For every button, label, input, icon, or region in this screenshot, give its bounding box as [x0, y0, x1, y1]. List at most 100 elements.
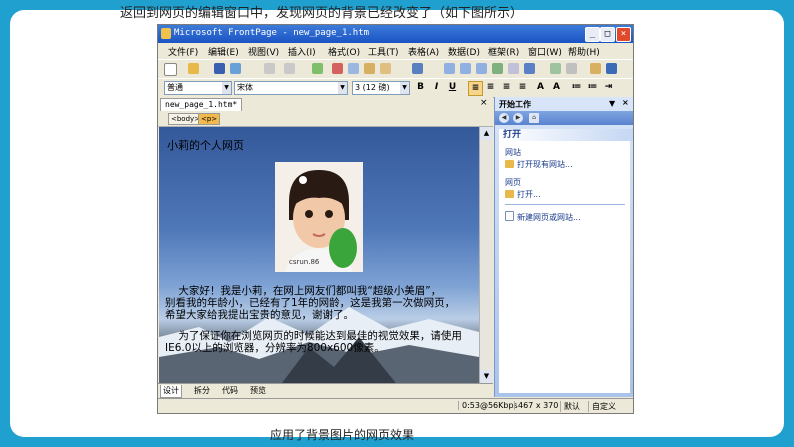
- underline-button[interactable]: U: [446, 81, 459, 94]
- menu-frames[interactable]: 框架(R): [488, 45, 519, 58]
- bold-button[interactable]: B: [414, 81, 427, 94]
- folder-icon: [505, 160, 514, 168]
- menu-window[interactable]: 窗口(W): [528, 45, 562, 58]
- folder-icon: [505, 190, 514, 198]
- insert-picture-icon[interactable]: [492, 63, 503, 74]
- document-icon: [505, 211, 514, 221]
- intro-paragraph: 大家好！我是小莉，在网上网友们都叫我“超级小美眉”， 别看我的年龄小，已经有了1…: [165, 285, 456, 321]
- scroll-up-icon[interactable]: ▲: [480, 127, 493, 140]
- font-select[interactable]: 宋体 ▼: [234, 81, 348, 95]
- quick-tag-selector: <body> <p>: [158, 111, 493, 127]
- align-right-button[interactable]: ≡: [500, 81, 513, 94]
- help-icon[interactable]: [606, 63, 617, 74]
- menu-help[interactable]: 帮助(H): [568, 45, 600, 58]
- numbering-button[interactable]: ≔: [570, 81, 583, 94]
- undo-icon[interactable]: [412, 63, 423, 74]
- insert-layer-icon[interactable]: [476, 63, 487, 74]
- menu-insert[interactable]: 插入(I): [288, 45, 316, 58]
- indent-button[interactable]: ⇥: [602, 81, 615, 94]
- menu-edit[interactable]: 编辑(E): [208, 45, 239, 58]
- close-document-icon[interactable]: ×: [480, 98, 488, 108]
- chevron-down-icon: ▼: [222, 82, 231, 94]
- tab-split[interactable]: 拆分: [192, 385, 212, 397]
- design-view-canvas[interactable]: 小莉的个人网页 csrun.86 大家好！我是小莉，在网上网友们都叫我“超级小美…: [159, 127, 479, 383]
- drawing-icon[interactable]: [508, 63, 519, 74]
- style-select-value: 普通: [167, 83, 183, 92]
- new-page-or-site-link[interactable]: 新建网页或网站...: [505, 211, 581, 223]
- task-pane-title: 开始工作: [499, 100, 531, 109]
- hyperlink-icon[interactable]: [524, 63, 535, 74]
- open-page-link[interactable]: 打开...: [505, 189, 541, 200]
- spelling-icon[interactable]: [312, 63, 323, 74]
- photo-watermark: csrun.86: [289, 258, 320, 266]
- font-size-select[interactable]: 3 (12 磅) ▼: [352, 81, 410, 95]
- cut-icon[interactable]: [332, 63, 343, 74]
- print-icon[interactable]: [264, 63, 275, 74]
- menu-tools[interactable]: 工具(T): [368, 45, 399, 58]
- browser-note-paragraph: 为了保证你在浏览网页的时候能达到最佳的视觉效果，请使用 IE6.0以上的浏览器，…: [165, 330, 462, 354]
- refresh-icon[interactable]: [550, 63, 561, 74]
- forward-icon[interactable]: ▶: [513, 113, 523, 123]
- frontpage-app-icon: [161, 28, 171, 39]
- italic-button[interactable]: I: [430, 81, 443, 94]
- close-button[interactable]: ×: [616, 27, 631, 42]
- minimize-button[interactable]: _: [585, 27, 600, 42]
- menu-data[interactable]: 数据(D): [448, 45, 480, 58]
- open-folder-icon[interactable]: [188, 63, 199, 74]
- open-page-label: 打开...: [517, 190, 541, 199]
- increase-font-button[interactable]: A: [534, 81, 547, 94]
- slide-caption-bottom: 应用了背景图片的网页效果: [270, 428, 415, 442]
- insert-component-icon[interactable]: [444, 63, 455, 74]
- status-custom: 自定义: [588, 401, 616, 412]
- menu-bar: 文件(F) 编辑(E) 视图(V) 插入(I) 格式(O) 工具(T) 表格(A…: [158, 43, 633, 59]
- tab-design[interactable]: 设计: [160, 385, 182, 398]
- tag-p[interactable]: <p>: [198, 113, 221, 125]
- menu-table[interactable]: 表格(A): [408, 45, 439, 58]
- home-icon[interactable]: ⌂: [529, 113, 539, 123]
- open-existing-site-link[interactable]: 打开现有网站...: [505, 159, 573, 170]
- font-size-value: 3 (12 磅): [355, 83, 390, 92]
- tab-new-page[interactable]: new_page_1.htm*: [160, 98, 243, 112]
- maximize-button[interactable]: □: [600, 27, 615, 42]
- style-select[interactable]: 普通 ▼: [164, 81, 232, 95]
- publish-icon[interactable]: [230, 63, 241, 74]
- new-page-icon[interactable]: [164, 63, 177, 76]
- group-pages: 网页: [505, 178, 521, 187]
- show-all-icon[interactable]: [590, 63, 601, 74]
- insert-table-icon[interactable]: [460, 63, 471, 74]
- bullets-button[interactable]: ≔: [586, 81, 599, 94]
- task-pane-nav: ◀ ▶ ⌂: [495, 111, 633, 125]
- save-icon[interactable]: [214, 63, 225, 74]
- task-pane-close-icon[interactable]: ×: [622, 98, 629, 107]
- standard-toolbar: [158, 59, 633, 79]
- copy-icon[interactable]: [348, 63, 359, 74]
- paste-icon[interactable]: [364, 63, 375, 74]
- status-page-size: 467 x 370: [514, 401, 558, 410]
- align-center-button[interactable]: ≡: [484, 81, 497, 94]
- tab-code[interactable]: 代码: [220, 385, 240, 397]
- scroll-down-icon[interactable]: ▼: [480, 370, 493, 383]
- window-title: Microsoft FrontPage - new_page_1.htm: [174, 28, 370, 38]
- formatting-toolbar: 普通 ▼ 宋体 ▼ 3 (12 磅) ▼ B I U ≡ ≡ ≡ ≡ A A ≔…: [158, 78, 633, 98]
- font-select-value: 宋体: [237, 83, 253, 92]
- format-painter-icon[interactable]: [380, 63, 391, 74]
- stop-icon[interactable]: [566, 63, 577, 74]
- decrease-font-button[interactable]: A: [550, 81, 563, 94]
- task-pane-menu-icon[interactable]: ▼: [609, 99, 615, 108]
- align-left-button[interactable]: ≡: [468, 81, 483, 96]
- title-bar[interactable]: Microsoft FrontPage - new_page_1.htm _ □…: [158, 25, 633, 43]
- preview-icon[interactable]: [284, 63, 295, 74]
- page-heading: 小莉的个人网页: [167, 139, 244, 152]
- task-pane-body: 打开 网站 打开现有网站... 网页 打开... 新建网页或网站...: [499, 129, 633, 393]
- open-section-header: 打开: [499, 129, 633, 141]
- status-download-time: 0:53@56Kbps: [458, 401, 518, 410]
- group-websites: 网站: [505, 148, 521, 157]
- justify-button[interactable]: ≡: [516, 81, 529, 94]
- profile-photo[interactable]: csrun.86: [275, 162, 363, 272]
- menu-format[interactable]: 格式(O): [328, 45, 360, 58]
- vertical-scrollbar[interactable]: ▲ ▼: [479, 127, 493, 383]
- menu-file[interactable]: 文件(F): [168, 45, 198, 58]
- tab-preview[interactable]: 预览: [248, 385, 268, 397]
- back-icon[interactable]: ◀: [499, 113, 509, 123]
- menu-view[interactable]: 视图(V): [248, 45, 279, 58]
